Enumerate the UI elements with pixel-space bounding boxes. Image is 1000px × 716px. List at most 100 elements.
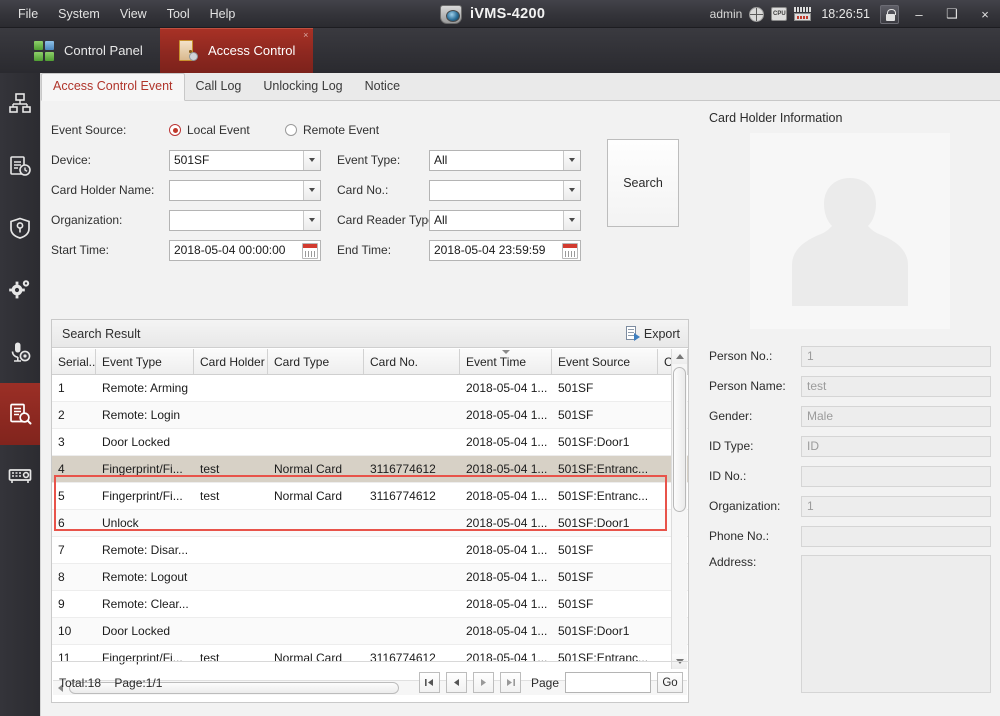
start-time-value: 2018-05-04 00:00:00	[174, 243, 286, 257]
column-header-card-holder[interactable]: Card Holder	[194, 349, 268, 374]
device-select-value: 501SF	[174, 153, 210, 167]
sidebar-item-event-log[interactable]	[0, 135, 40, 197]
go-button[interactable]: Go	[657, 672, 683, 693]
menu-item-tool[interactable]: Tool	[157, 3, 200, 25]
scroll-up-icon[interactable]	[672, 349, 687, 364]
chevron-down-icon[interactable]	[303, 210, 320, 230]
id-no-value[interactable]	[801, 465, 991, 487]
table-row[interactable]: 7 Remote: Disar... 2018-05-04 1... 501SF	[52, 537, 688, 564]
device-select[interactable]: 501SF	[169, 149, 321, 171]
prev-page-button[interactable]	[445, 672, 467, 693]
sidebar-item-security-control[interactable]	[0, 197, 40, 259]
calendar-icon[interactable]	[562, 242, 578, 259]
chevron-down-icon[interactable]	[303, 180, 320, 200]
menu-item-file[interactable]: File	[8, 3, 48, 25]
sub-tab-bar: Access Control Event Call Log Unlocking …	[41, 73, 1000, 101]
card-no-select[interactable]	[429, 179, 581, 201]
close-button[interactable]: ×	[972, 1, 998, 27]
ivms-application-window: File System View Tool Help iVMS-4200 adm…	[0, 0, 1000, 716]
table-row[interactable]: 3 Door Locked 2018-05-04 1... 501SF:Door1	[52, 429, 688, 456]
table-row[interactable]: 1 Remote: Arming 2018-05-04 1... 501SF	[52, 375, 688, 402]
menu-item-help[interactable]: Help	[200, 3, 246, 25]
maximize-button[interactable]: ❑	[939, 1, 965, 27]
table-row[interactable]: 10 Door Locked 2018-05-04 1... 501SF:Door1	[52, 618, 688, 645]
page-number-input[interactable]	[565, 672, 651, 693]
table-row[interactable]: 5 Fingerprint/Fi... test Normal Card 3116774…	[52, 483, 688, 510]
cell-card-holder	[194, 537, 268, 563]
column-header-serial[interactable]: Serial...	[52, 349, 96, 374]
table-row[interactable]: 8 Remote: Logout 2018-05-04 1... 501SF	[52, 564, 688, 591]
start-time-input[interactable]: 2018-05-04 00:00:00	[169, 239, 321, 261]
globe-icon[interactable]	[749, 6, 765, 22]
organization-field-value[interactable]: 1	[801, 495, 991, 517]
first-page-icon	[424, 679, 433, 686]
cell-event-source: 501SF	[558, 408, 594, 422]
minimize-button[interactable]: –	[906, 1, 932, 27]
column-header-card-type[interactable]: Card Type	[268, 349, 364, 374]
organization-select[interactable]	[169, 209, 321, 231]
next-page-button[interactable]	[472, 672, 494, 693]
end-time-input[interactable]: 2018-05-04 23:59:59	[429, 239, 581, 261]
chevron-down-icon[interactable]	[563, 180, 580, 200]
radio-remote-event[interactable]: Remote Event	[285, 123, 379, 137]
vertical-scroll-thumb[interactable]	[673, 367, 686, 512]
cell-card-type	[268, 510, 364, 536]
table-row[interactable]: 9 Remote: Clear... 2018-05-04 1... 501SF	[52, 591, 688, 618]
cell-card-no	[364, 618, 460, 644]
shield-key-icon	[10, 217, 30, 239]
cpu-icon[interactable]: CPU	[771, 7, 788, 21]
phone-no-value[interactable]	[801, 525, 991, 547]
sidebar-item-access-control-search[interactable]	[0, 383, 40, 445]
radio-remote-event-dot	[285, 124, 297, 136]
gender-value[interactable]: Male	[801, 405, 991, 427]
menu-item-view[interactable]: View	[110, 3, 157, 25]
chevron-down-icon[interactable]	[563, 210, 580, 230]
field-row-person-no: Person No.: 1	[709, 345, 991, 367]
card-reader-type-select[interactable]: All	[429, 209, 581, 231]
chevron-down-icon[interactable]	[303, 150, 320, 170]
sidebar-item-encoding-device[interactable]	[0, 445, 40, 507]
person-no-value[interactable]: 1	[801, 345, 991, 367]
close-icon[interactable]: ×	[303, 31, 308, 40]
radio-local-event[interactable]: Local Event	[169, 123, 285, 137]
table-header-row: Serial... Event Type Card Holder Card Ty…	[52, 349, 688, 375]
lock-icon[interactable]	[880, 4, 899, 24]
column-header-event-time[interactable]: Event Time	[460, 349, 552, 374]
tab-control-panel[interactable]: Control Panel	[16, 28, 161, 73]
sidebar-item-audio-broadcast[interactable]	[0, 321, 40, 383]
subtab-call-log[interactable]: Call Log	[185, 74, 253, 100]
column-header-event-source[interactable]: Event Source	[552, 349, 658, 374]
address-value[interactable]	[801, 555, 991, 693]
chevron-down-icon[interactable]	[563, 150, 580, 170]
export-button[interactable]: Export	[625, 326, 680, 341]
microphone-icon	[11, 342, 31, 362]
cell-card-type: Normal Card	[274, 489, 343, 503]
tab-access-control[interactable]: Access Control ×	[160, 28, 314, 73]
subtab-unlocking-log[interactable]: Unlocking Log	[252, 74, 353, 100]
calendar-icon[interactable]	[302, 242, 318, 259]
subtab-access-control-event[interactable]: Access Control Event	[41, 73, 185, 101]
table-row[interactable]: 4 Fingerprint/Fi... test Normal Card 3116774…	[52, 456, 688, 483]
menu-item-system[interactable]: System	[48, 3, 110, 25]
id-type-label: ID Type:	[709, 439, 754, 453]
table-vertical-scrollbar[interactable]	[671, 349, 687, 669]
first-page-button[interactable]	[418, 672, 440, 693]
person-name-value[interactable]: test	[801, 375, 991, 397]
cell-event-type: Remote: Login	[102, 408, 181, 422]
table-row[interactable]: 2 Remote: Login 2018-05-04 1... 501SF	[52, 402, 688, 429]
radio-local-event-label: Local Event	[187, 123, 250, 137]
page-input-label: Page	[530, 675, 559, 690]
column-header-card-no[interactable]: Card No.	[364, 349, 460, 374]
column-header-event-type[interactable]: Event Type	[96, 349, 194, 374]
search-button[interactable]: Search	[607, 139, 679, 227]
ram-icon[interactable]	[794, 6, 812, 22]
card-holder-name-select[interactable]	[169, 179, 321, 201]
card-holder-photo	[750, 133, 950, 329]
sidebar-item-system-configuration[interactable]	[0, 259, 40, 321]
table-row[interactable]: 6 Unlock 2018-05-04 1... 501SF:Door1	[52, 510, 688, 537]
event-type-select[interactable]: All	[429, 149, 581, 171]
id-type-value[interactable]: ID	[801, 435, 991, 457]
last-page-button[interactable]	[499, 672, 521, 693]
sidebar-item-device-management[interactable]	[0, 73, 40, 135]
subtab-notice[interactable]: Notice	[354, 74, 411, 100]
